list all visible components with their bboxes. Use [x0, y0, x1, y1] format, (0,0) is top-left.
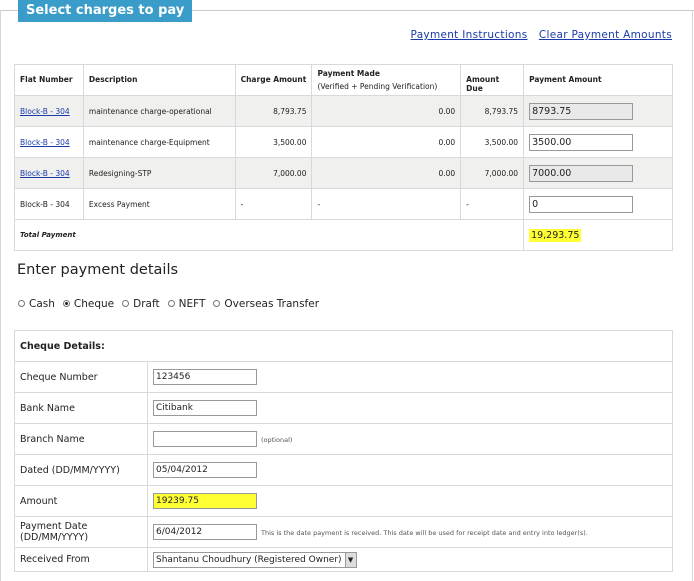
- col-header-paid-label: Payment Made: [317, 69, 380, 78]
- row-paid: 0.00: [311, 126, 462, 158]
- cheque-details-title: Cheque Details:: [14, 330, 673, 362]
- total-label: Total Payment: [13, 219, 525, 251]
- row-charge: -: [234, 188, 313, 220]
- bank-name-label: Bank Name: [14, 392, 148, 424]
- row-paid: -: [311, 188, 462, 220]
- cheque-details-table: Cheque Details: Cheque Number Bank Name …: [14, 330, 673, 572]
- row-due: 7,000.00: [460, 157, 525, 189]
- received-from-label: Received From: [14, 547, 148, 572]
- flat-link[interactable]: Block-B - 304: [20, 169, 70, 178]
- clear-payment-amounts-link[interactable]: Clear Payment Amounts: [539, 29, 672, 41]
- branch-name-input[interactable]: [153, 431, 257, 447]
- method-label: Cheque: [73, 298, 115, 310]
- col-header-charge: Charge Amount: [234, 64, 313, 96]
- method-label: NEFT: [178, 298, 206, 310]
- row-charge: 8,793.75: [234, 95, 313, 127]
- cheque-number-input[interactable]: [153, 369, 257, 385]
- table-row: Block-B - 304 Excess Payment - - -: [14, 188, 673, 220]
- received-from-value: Shantanu Choudhury (Registered Owner): [156, 554, 342, 565]
- payment-method-group: Cash Cheque Draft NEFT Overseas Transfer: [18, 298, 327, 310]
- total-row: Total Payment 19,293.75: [13, 219, 673, 251]
- bank-name-input[interactable]: [153, 400, 257, 416]
- method-cash[interactable]: Cash: [18, 298, 55, 310]
- amount-label: Amount: [14, 485, 148, 517]
- frame-right-border: [692, 10, 693, 581]
- radio-icon[interactable]: [167, 299, 175, 307]
- total-value: 19,293.75: [529, 228, 582, 242]
- frame-left-border: [0, 10, 1, 581]
- method-draft[interactable]: Draft: [122, 298, 160, 310]
- payment-amount-input[interactable]: [529, 102, 634, 120]
- row-description: Excess Payment: [82, 188, 236, 220]
- row-flat: Block-B - 304: [14, 188, 84, 220]
- method-label: Cash: [29, 298, 55, 310]
- dated-input[interactable]: [153, 462, 257, 478]
- col-header-due: Amount Due: [460, 64, 525, 96]
- radio-icon[interactable]: [213, 299, 221, 307]
- payment-date-input[interactable]: [153, 524, 257, 540]
- col-header-flat: Flat Number: [14, 64, 84, 96]
- section-title: Select charges to pay: [18, 0, 193, 22]
- payment-amount-input[interactable]: [529, 133, 634, 151]
- method-neft[interactable]: NEFT: [167, 298, 206, 310]
- radio-selected-icon[interactable]: [62, 299, 70, 307]
- received-from-select[interactable]: Shantanu Choudhury (Registered Owner) ▼: [153, 551, 357, 568]
- row-charge: 3,500.00: [234, 126, 313, 158]
- row-paid: 0.00: [311, 157, 462, 189]
- row-charge: 7,000.00: [234, 157, 313, 189]
- payment-date-note: This is the date payment is received. Th…: [261, 528, 588, 537]
- payment-amount-input[interactable]: [529, 164, 634, 182]
- amount-input[interactable]: [153, 493, 257, 509]
- col-header-description: Description: [82, 64, 236, 96]
- excess-payment-input[interactable]: [529, 195, 634, 213]
- optional-note: (optional): [261, 435, 293, 444]
- flat-link[interactable]: Block-B - 304: [20, 107, 70, 116]
- row-paid: 0.00: [311, 95, 462, 127]
- table-row: Block-B - 304 Redesigning-STP 7,000.00 0…: [14, 157, 673, 189]
- method-label: Overseas Transfer: [224, 298, 320, 310]
- radio-icon[interactable]: [122, 299, 130, 307]
- cheque-number-label: Cheque Number: [14, 361, 148, 393]
- method-overseas[interactable]: Overseas Transfer: [213, 298, 319, 310]
- charges-table: Flat Number Description Charge Amount Pa…: [13, 64, 673, 251]
- flat-link[interactable]: Block-B - 304: [20, 138, 70, 147]
- method-cheque[interactable]: Cheque: [62, 298, 115, 310]
- dated-label: Dated (DD/MM/YYYY): [14, 454, 148, 486]
- col-header-paid-sub: (Verified + Pending Verification): [317, 82, 438, 91]
- branch-name-label: Branch Name: [14, 423, 148, 455]
- col-header-paid: Payment Made (Verified + Pending Verific…: [311, 64, 462, 96]
- row-description: Redesigning-STP: [82, 157, 236, 189]
- col-header-payment: Payment Amount: [523, 64, 673, 96]
- table-row: Block-B - 304 maintenance charge-Equipme…: [14, 126, 673, 158]
- payment-details-heading: Enter payment details: [17, 262, 179, 278]
- row-description: maintenance charge-operational: [82, 95, 236, 127]
- row-due: 3,500.00: [460, 126, 525, 158]
- row-due: 8,793.75: [460, 95, 525, 127]
- radio-icon[interactable]: [18, 299, 25, 307]
- top-links: Payment Instructions Clear Payment Amoun…: [403, 29, 672, 41]
- table-row: Block-B - 304 maintenance charge-operati…: [14, 95, 673, 127]
- row-due: -: [460, 188, 525, 220]
- method-label: Draft: [133, 298, 160, 310]
- row-description: maintenance charge-Equipment: [82, 126, 236, 158]
- payment-instructions-link[interactable]: Payment Instructions: [411, 29, 528, 41]
- chevron-down-icon[interactable]: ▼: [344, 552, 356, 567]
- payment-date-label: Payment Date (DD/MM/YYYY): [14, 516, 148, 548]
